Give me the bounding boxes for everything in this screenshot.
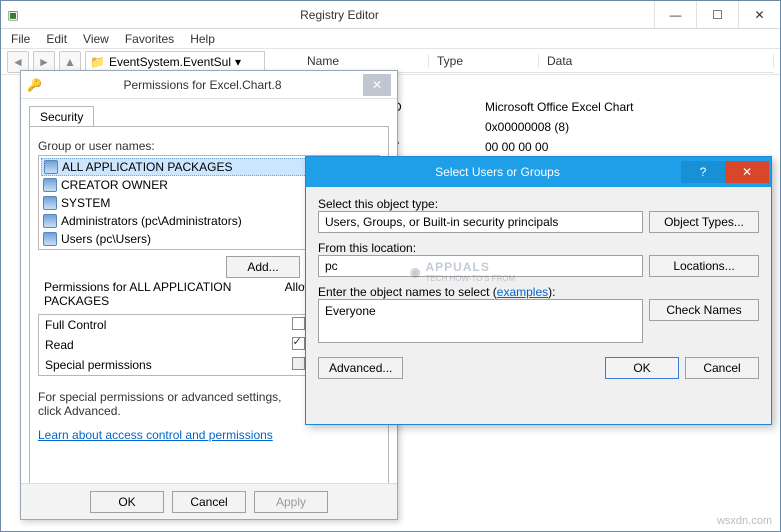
location-label: From this location: [318, 241, 759, 255]
menubar: File Edit View Favorites Help [1, 29, 780, 49]
apply-button[interactable]: Apply [254, 491, 328, 513]
allow-checkbox[interactable] [292, 317, 305, 330]
group-label: Group or user names: [38, 139, 380, 153]
close-button[interactable]: ✕ [725, 161, 769, 183]
menu-favorites[interactable]: Favorites [125, 32, 174, 46]
titlebar: ▣ Registry Editor — ☐ ✕ [1, 1, 780, 29]
window-title: Registry Editor [25, 8, 654, 22]
breadcrumb-text: EventSystem.EventSul [109, 55, 231, 69]
object-types-button[interactable]: Object Types... [649, 211, 759, 233]
permissions-close-button[interactable]: ✕ [363, 74, 391, 96]
col-data[interactable]: Data [539, 54, 774, 68]
app-icon: ▣ [1, 8, 25, 22]
maximize-button[interactable]: ☐ [696, 1, 738, 28]
learn-link[interactable]: Learn about access control and permissio… [38, 428, 273, 442]
ok-button[interactable]: OK [90, 491, 164, 513]
menu-view[interactable]: View [83, 32, 109, 46]
cancel-button[interactable]: Cancel [685, 357, 759, 379]
user-icon [43, 196, 57, 210]
examples-link[interactable]: examples [497, 285, 548, 299]
select-titlebar: Select Users or Groups ? ✕ [306, 157, 771, 187]
permissions-title: Permissions for Excel.Chart.8 [42, 78, 363, 92]
allow-checkbox [292, 357, 305, 370]
tab-security[interactable]: Security [29, 106, 94, 127]
check-names-button[interactable]: Check Names [649, 299, 759, 321]
minimize-button[interactable]: — [654, 1, 696, 28]
menu-help[interactable]: Help [190, 32, 215, 46]
col-name[interactable]: Name [299, 54, 429, 68]
menu-edit[interactable]: Edit [46, 32, 67, 46]
group-icon [44, 160, 58, 174]
site-watermark: wsxdn.com [717, 515, 772, 527]
advanced-button[interactable]: Advanced... [318, 357, 403, 379]
col-type[interactable]: Type [429, 54, 539, 68]
object-type-label: Select this object type: [318, 197, 759, 211]
perm-for-label: Permissions for ALL APPLICATION PACKAGES [44, 280, 274, 308]
permissions-titlebar: 🔑 Permissions for Excel.Chart.8 ✕ [21, 71, 397, 99]
user-icon [43, 178, 57, 192]
close-button[interactable]: ✕ [738, 1, 780, 28]
cancel-button[interactable]: Cancel [172, 491, 246, 513]
help-button[interactable]: ? [681, 161, 725, 183]
ok-button[interactable]: OK [605, 357, 679, 379]
allow-checkbox[interactable] [292, 337, 305, 350]
select-users-dialog: Select Users or Groups ? ✕ Select this o… [305, 156, 772, 425]
menu-file[interactable]: File [11, 32, 30, 46]
folder-icon: 📁 [90, 55, 105, 69]
lock-icon: 🔑 [27, 78, 42, 92]
object-type-field: Users, Groups, or Built-in security prin… [318, 211, 643, 233]
names-label: Enter the object names to select (exampl… [318, 285, 759, 299]
select-title: Select Users or Groups [314, 165, 681, 179]
add-button[interactable]: Add... [226, 256, 300, 278]
location-field: pc [318, 255, 643, 277]
locations-button[interactable]: Locations... [649, 255, 759, 277]
advanced-text: For special permissions or advanced sett… [38, 390, 297, 418]
group-icon [43, 232, 57, 246]
object-names-input[interactable]: Everyone [318, 299, 643, 343]
chevron-down-icon[interactable]: ▾ [235, 55, 241, 69]
dialog-buttons: OK Cancel Apply [21, 483, 397, 519]
group-icon [43, 214, 57, 228]
